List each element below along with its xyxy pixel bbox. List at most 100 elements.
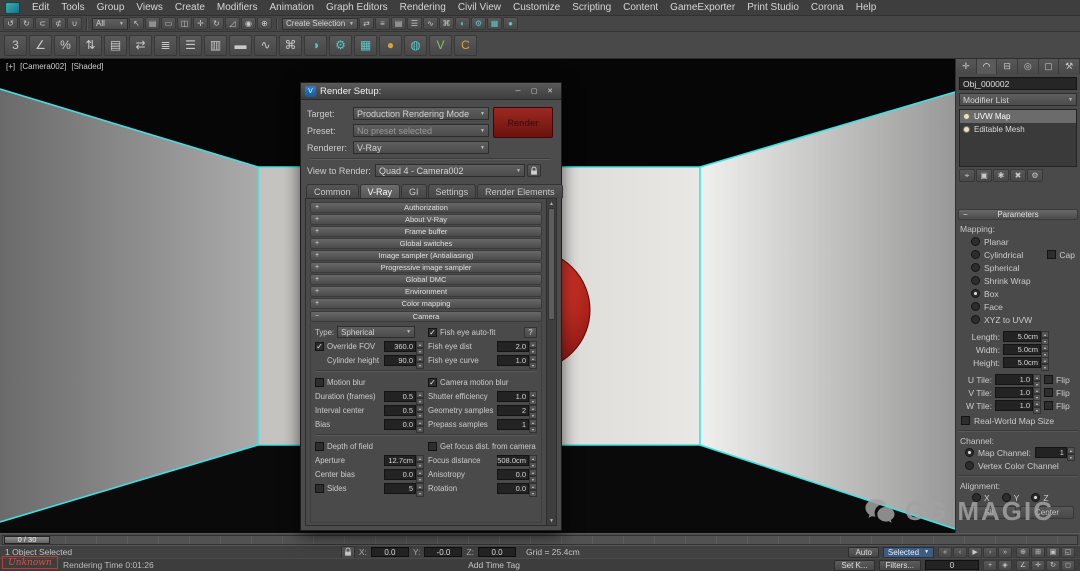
select-object-icon[interactable]: ↖ [129, 17, 144, 30]
parameters-rollout-header[interactable]: − Parameters [958, 209, 1078, 220]
menu-item[interactable]: Civil View [452, 0, 507, 16]
goto-start-icon[interactable]: « [938, 546, 953, 558]
fov-icon[interactable]: ∠ [1016, 559, 1030, 571]
timeline-slider[interactable]: 0 / 30 [4, 535, 50, 544]
spinner-arrows[interactable] [416, 405, 424, 416]
select-and-link-icon[interactable]: ⊂ [35, 17, 50, 30]
real-world-checkbox[interactable] [961, 416, 970, 425]
cap-option[interactable]: Cap [1047, 248, 1075, 261]
menu-item[interactable]: Print Studio [741, 0, 805, 16]
render-setup-icon[interactable]: ⚙ [471, 17, 486, 30]
preset-dropdown[interactable]: No preset selected [353, 124, 489, 137]
z-coordinate-field[interactable]: 0.0 [478, 547, 517, 557]
rollout-header[interactable]: + Global DMC [310, 274, 542, 285]
render-button[interactable]: Render [493, 107, 553, 138]
scroll-up-icon[interactable]: ▲ [549, 199, 554, 208]
maximize-button[interactable]: ▢ [527, 85, 541, 97]
timeline-track[interactable]: 0 / 30 [2, 534, 1078, 545]
make-unique-icon[interactable]: ✱ [993, 169, 1009, 182]
tile-spinner[interactable]: 1.0 [995, 374, 1041, 385]
rollout-header[interactable]: + Authorization [310, 202, 542, 213]
menu-item[interactable]: Edit [26, 0, 55, 16]
curve-editor-2-icon[interactable]: ∿ [254, 34, 277, 56]
spinner-arrows[interactable] [416, 355, 424, 366]
undo-icon[interactable]: ↺ [3, 17, 18, 30]
scene-explorer-icon[interactable]: ☰ [407, 17, 422, 30]
fish-eye-autofit-checkbox[interactable] [428, 327, 437, 337]
rollout-header[interactable]: + Progressive image sampler [310, 262, 542, 273]
spinner-arrows[interactable] [416, 341, 424, 352]
viewport-menu-shading[interactable]: [Shaded] [71, 62, 103, 71]
menu-item[interactable]: Corona [805, 0, 850, 16]
stack-item-uvw-map[interactable]: UVW Map [960, 110, 1076, 123]
next-frame-icon[interactable]: › [983, 546, 998, 558]
menu-item[interactable]: Graph Editors [320, 0, 394, 16]
focus-distance-spinner[interactable]: 508.0cm [497, 454, 537, 466]
aperture-spinner[interactable]: 12.7cm [384, 454, 424, 466]
toggle-layer-explorer-icon[interactable]: ▥ [204, 34, 227, 56]
mapping-box[interactable]: Box [956, 287, 1080, 300]
prev-frame-icon[interactable]: ‹ [953, 546, 968, 558]
orbit-icon[interactable]: ↻ [1046, 559, 1060, 571]
spinner-arrows[interactable] [416, 419, 424, 430]
zoom-extents-icon[interactable]: ▣ [1046, 546, 1061, 558]
mapping-xyz-to-uvw[interactable]: XYZ to UVW [956, 313, 1080, 326]
close-button[interactable]: ✕ [543, 85, 557, 97]
rotation-spinner[interactable]: 0.0 [497, 482, 537, 494]
spinner-arrows[interactable] [1041, 344, 1049, 355]
help-button[interactable]: ? [524, 326, 537, 338]
camera-type-dropdown[interactable]: Spherical [337, 326, 416, 338]
show-end-result-icon[interactable]: ▣ [976, 169, 992, 182]
select-and-manipulate-icon[interactable]: ⊕ [257, 17, 272, 30]
play-icon[interactable]: ▶ [968, 546, 983, 558]
spinner-arrows[interactable] [529, 391, 537, 402]
menu-item[interactable]: Group [91, 0, 131, 16]
mapping-face[interactable]: Face [956, 300, 1080, 313]
selection-filter-dropdown[interactable]: All [92, 17, 128, 30]
key-mode-dropdown[interactable]: Selected [882, 546, 935, 558]
scroll-down-icon[interactable]: ▼ [549, 516, 554, 525]
selection-region-icon[interactable]: ▭ [161, 17, 176, 30]
scrollbar-thumb[interactable] [548, 208, 555, 320]
fish-eye-dist-spinner[interactable]: 2.0 [497, 340, 537, 352]
bind-to-space-warp-icon[interactable]: ∪ [67, 17, 82, 30]
y-coordinate-field[interactable]: -0.0 [424, 547, 463, 557]
stack-item-editable-mesh[interactable]: Editable Mesh [960, 123, 1076, 136]
tile-spinner[interactable]: 1.0 [995, 400, 1041, 411]
unlink-selection-icon[interactable]: ⊄ [51, 17, 66, 30]
menu-item[interactable]: Views [130, 0, 169, 16]
panel-tab-motion[interactable]: ◎ [1018, 59, 1039, 74]
tab-settings[interactable]: Settings [427, 184, 477, 198]
renderer-dropdown[interactable]: V-Ray [353, 141, 489, 154]
spinner-arrows[interactable] [416, 469, 424, 480]
modifier-enable-icon[interactable] [963, 113, 970, 120]
layer-manager-icon[interactable]: ▤ [391, 17, 406, 30]
flip-checkbox[interactable] [1044, 388, 1053, 397]
panel-tab-hierarchy[interactable]: ⊟ [997, 59, 1019, 74]
menu-item[interactable]: Customize [507, 0, 566, 16]
rendered-frame-icon[interactable]: ▦ [487, 17, 502, 30]
rollout-header[interactable]: + Environment [310, 286, 542, 297]
override-fov-spinner[interactable]: 360.0 [384, 340, 424, 352]
tab-gi[interactable]: GI [401, 184, 427, 198]
menu-item[interactable]: Scripting [566, 0, 617, 16]
rollout-header[interactable]: + Global switches [310, 238, 542, 249]
depth-of-field-checkbox[interactable] [315, 441, 324, 451]
rollout-header[interactable]: + Color mapping [310, 298, 542, 309]
menu-item[interactable]: Help [850, 0, 883, 16]
viewport-menu-pov[interactable]: [Camera002] [20, 62, 66, 71]
viewport-menu-general[interactable]: [+] [6, 62, 15, 71]
flip-checkbox[interactable] [1044, 401, 1053, 410]
schematic-view-icon[interactable]: ⌘ [439, 17, 454, 30]
redo-icon[interactable]: ↻ [19, 17, 34, 30]
tab-render-elements[interactable]: Render Elements [477, 184, 563, 198]
percent-snap-icon[interactable]: % [54, 34, 77, 56]
remove-modifier-icon[interactable]: ✖ [1010, 169, 1026, 182]
dim-spinner[interactable]: 5.0cm [1003, 344, 1049, 355]
corona-toolbar-icon[interactable]: C [454, 34, 477, 56]
motion-blur-checkbox[interactable] [315, 377, 324, 387]
zoom-region-icon[interactable]: ◱ [1061, 546, 1076, 558]
override-fov-checkbox[interactable] [315, 341, 324, 351]
target-dropdown[interactable]: Production Rendering Mode [353, 107, 489, 120]
pin-stack-icon[interactable]: ⌖ [959, 169, 975, 182]
